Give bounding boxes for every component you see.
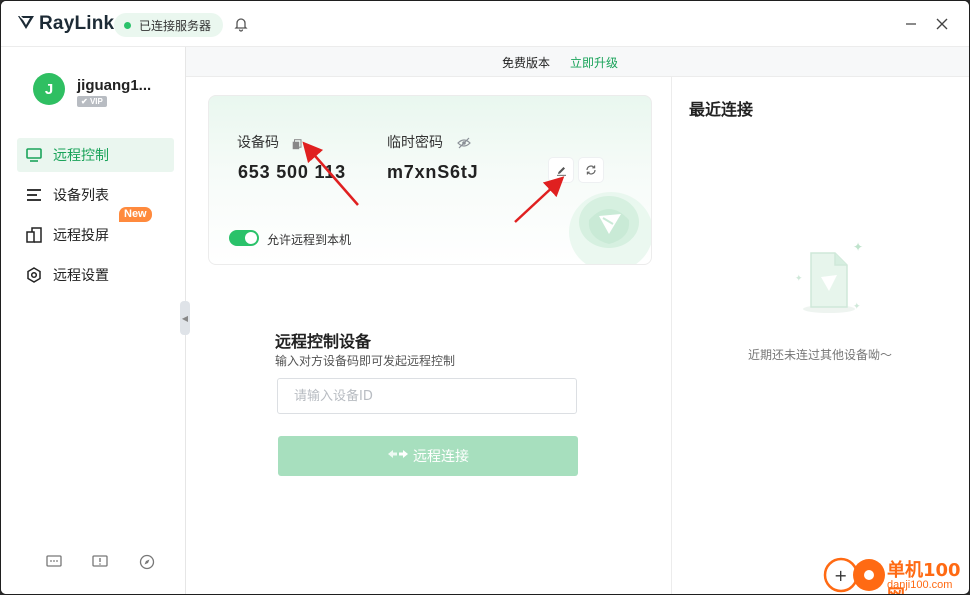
new-badge: New [119,207,152,222]
copy-icon[interactable] [292,135,302,154]
device-info-card: 设备码 653 500 113 临时密码 m7xnS6tJ 允许远程到本机 [208,95,652,265]
server-status-badge: 已连接服务器 [114,13,224,37]
svg-text:✦: ✦ [853,302,861,312]
vip-badge: ✔ VIP [77,96,107,107]
monitor-icon [25,146,43,164]
sidebar-item-label: 远程投屏 [53,228,109,244]
avatar[interactable]: J [33,73,65,105]
logo-icon [17,14,35,34]
close-icon [936,15,948,34]
sidebar-item-label: 设备列表 [53,188,109,204]
device-code-value: 653 500 113 [238,162,346,182]
svg-text:+: + [834,566,847,585]
sidebar-item-label: 远程设置 [53,268,109,284]
remote-connect-button[interactable]: 远程连接 [278,436,578,476]
server-status-text: 已连接服务器 [139,18,212,33]
sidebar-item-label: 远程控制 [53,148,109,164]
refresh-password-button[interactable] [579,158,603,182]
sidebar-item-remote-control[interactable]: 远程控制 [17,138,174,172]
eye-hidden-icon[interactable] [457,134,471,153]
remote-control-subtitle: 输入对方设备码即可发起远程控制 [275,354,456,368]
bell-icon[interactable] [233,16,249,36]
minimize-icon [905,15,917,34]
device-code-label: 设备码 [237,135,279,151]
device-id-input[interactable] [277,378,577,414]
svg-text:✦: ✦ [795,274,803,284]
app-window: RayLink 已连接服务器 J jiguang1... ✔ VIP 远程控制 … [0,0,970,595]
allow-remote-label: 允许远程到本机 [267,233,352,247]
status-dot [124,21,131,29]
title-bar: RayLink 已连接服务器 [1,1,969,47]
chat-icon[interactable] [45,553,63,571]
svg-text:✦: ✦ [853,240,863,254]
panel-divider [671,77,672,594]
sidebar: J jiguang1... ✔ VIP 远程控制 设备列表 远程投屏 New 远… [1,47,186,594]
remote-control-title: 远程控制设备 [275,332,372,351]
upgrade-link[interactable]: 立即升级 [570,54,618,71]
arrows-exchange-icon [387,448,409,464]
recent-connections-title: 最近连接 [689,100,754,119]
sidebar-item-screen-cast[interactable]: 远程投屏 [17,218,174,252]
sidebar-collapse-handle[interactable]: ◀ [180,301,190,335]
refresh-icon [585,161,597,180]
empty-document-icon: ✦ ✦ ✦ [789,239,869,319]
feedback-icon[interactable] [91,553,109,571]
temp-password-value: m7xnS6tJ [387,162,479,182]
connect-button-label: 远程连接 [413,449,469,465]
minimize-button[interactable] [901,14,921,34]
close-button[interactable] [932,14,952,34]
temp-password-label: 临时密码 [387,135,443,151]
pencil-icon [556,161,567,180]
empty-recent-text: 近期还未连过其他设备呦～ [748,348,893,362]
watermark-url: danji100.com [887,579,953,591]
app-logo: RayLink [17,13,114,35]
username[interactable]: jiguang1... [77,77,151,94]
edit-password-button[interactable] [549,158,573,182]
version-bar: 免费版本 立即升级 [186,47,969,77]
allow-remote-toggle[interactable] [229,230,259,246]
sidebar-item-device-list[interactable]: 设备列表 [17,178,174,212]
cast-icon [25,226,43,244]
compass-icon[interactable] [138,553,156,571]
brand-name: RayLink [39,13,115,34]
card-decoration [569,192,651,264]
sidebar-item-remote-settings[interactable]: 远程设置 [17,258,174,292]
version-label: 免费版本 [502,56,551,70]
settings-hex-icon [25,266,43,284]
list-icon [25,186,43,204]
